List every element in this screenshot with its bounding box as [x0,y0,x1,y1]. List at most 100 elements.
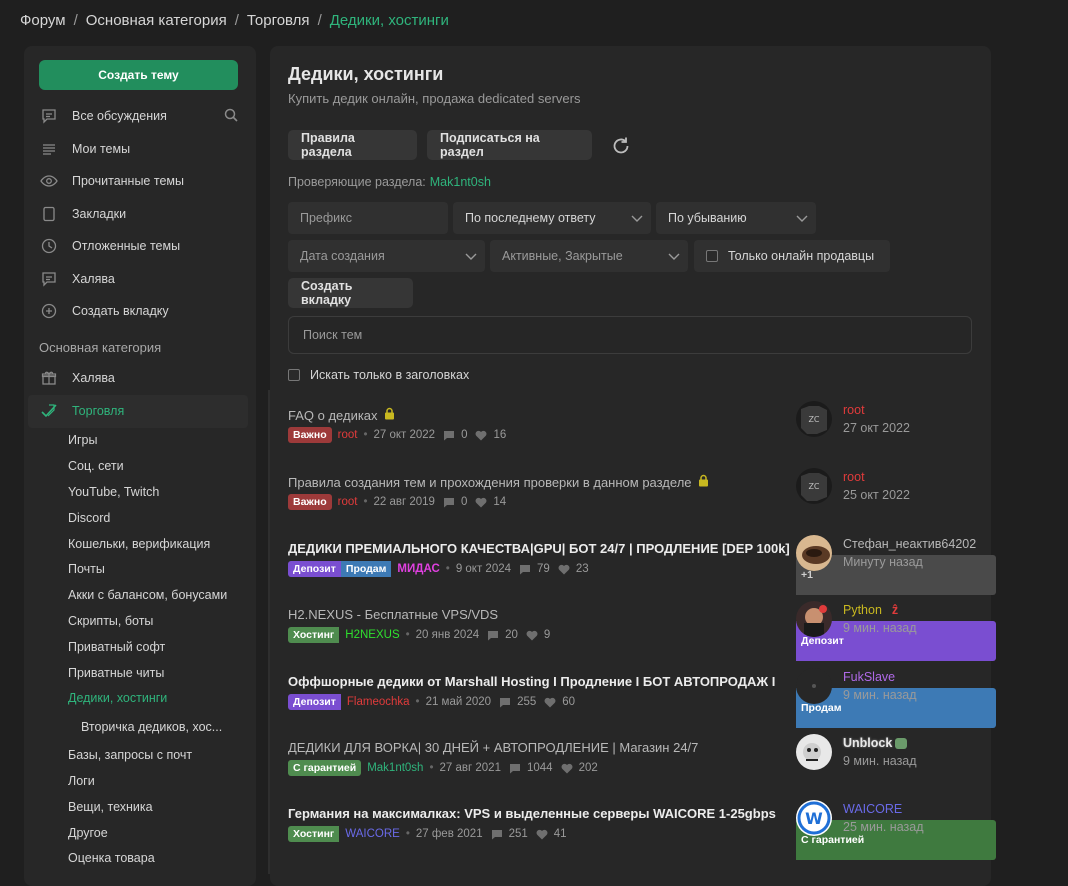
prefix-tag[interactable]: Депозит [288,561,341,577]
thread-title-text[interactable]: FAQ о дедиках [288,408,378,423]
avatar[interactable]: ZC [796,401,832,437]
thread-title[interactable]: ДЕДИКИ ДЛЯ ВОРКА| 30 ДНЕЙ + АВТОПРОДЛЕНИ… [288,740,698,755]
section-rules-button[interactable]: Правила раздела [288,130,417,160]
thread-row[interactable]: Оффшорные дедики от Marshall Hosting I П… [288,668,996,740]
thread-row[interactable]: FAQ о дедиках Важно root • 27 окт 2022 0… [288,401,978,473]
thread-row[interactable]: H2.NEXUS - Бесплатные VPS/VDS Хостинг Де… [288,601,996,673]
refresh-icon[interactable] [610,135,632,157]
thread-title[interactable]: ДЕДИКИ ПРЕМИАЛЬНОГО КАЧЕСТВА|GPU| БОТ 24… [288,541,790,556]
thread-author[interactable]: root [338,496,358,508]
last-reply-user[interactable]: root [843,403,865,417]
thread-title[interactable]: Правила создания тем и прохождения прове… [288,474,709,490]
sidebar-subitem[interactable]: Приватный софт [24,634,256,660]
prefix-tag[interactable]: Хостинг [288,826,340,842]
create-tab-button[interactable]: Создать вкладку [288,278,413,308]
last-reply[interactable]: ZC root 25 окт 2022 [796,468,996,508]
sidebar-subitem[interactable]: Вещи, техника [24,794,256,820]
sort-select[interactable]: По последнему ответу [453,202,651,234]
last-reply-user[interactable]: Python ẑ [843,603,898,617]
sidebar-subitem-active[interactable]: Дедики, хостинги [24,685,256,711]
sidebar-item-trading[interactable]: Торговля [28,394,248,428]
sidebar-item-create-tab[interactable]: Создать вкладку [24,295,256,328]
breadcrumb-forum[interactable]: Форум [20,12,66,29]
sidebar-item-bookmarks[interactable]: Закладки [24,198,256,231]
last-reply-user[interactable]: root [843,470,865,484]
thread-title-text[interactable]: H2.NEXUS - Бесплатные VPS/VDS [288,607,498,622]
search-icon[interactable] [224,108,238,125]
last-reply[interactable]: ZC root 27 окт 2022 [796,401,996,441]
sidebar-subitem[interactable]: Базы, запросы с почт [24,742,256,768]
moderator-link[interactable]: Mak1nt0sh [430,175,491,189]
avatar[interactable] [796,535,832,571]
prefix-filter[interactable]: Префикс [288,202,448,234]
thread-author[interactable]: Flameochka [347,696,410,708]
last-reply[interactable]: FukSlave 9 мин. назад [796,668,996,708]
last-reply[interactable]: Стефан_неактив64202 Минуту назад [796,535,996,575]
sidebar-item-postponed[interactable]: Отложенные темы [24,230,256,263]
sidebar-item-read-threads[interactable]: Прочитанные темы [24,165,256,198]
last-reply[interactable]: Unblock 9 мин. назад [796,734,996,774]
only-titles-option[interactable]: Искать только в заголовках [288,368,469,382]
last-reply[interactable]: W WAICORE 25 мин. назад [796,800,996,840]
thread-author[interactable]: WAICORE [345,828,400,840]
sidebar-subitem[interactable]: Акки с балансом, бонусами [24,582,256,608]
sidebar-subitem[interactable]: Discord [24,505,256,531]
avatar[interactable] [796,734,832,770]
sidebar-subitem[interactable]: Игры [24,428,256,454]
order-select[interactable]: По убыванию [656,202,816,234]
sidebar-subitem[interactable]: Другое [24,820,256,846]
last-reply-user[interactable]: WAICORE [843,802,902,816]
prefix-tag[interactable]: Депозит [288,694,341,710]
avatar[interactable]: ZC [796,468,832,504]
breadcrumb-trading[interactable]: Торговля [247,12,310,29]
last-reply[interactable]: Python ẑ 9 мин. назад [796,601,996,641]
state-select[interactable]: Активные, Закрытые [490,240,688,272]
sidebar-subitem[interactable]: Логи [24,768,256,794]
avatar[interactable] [796,668,832,704]
thread-title-text[interactable]: Оффшорные дедики от Marshall Hosting I П… [288,674,775,689]
thread-title[interactable]: Оффшорные дедики от Marshall Hosting I П… [288,674,775,689]
prefix-tag[interactable]: Хостинг [288,627,340,643]
sidebar-subitem[interactable]: Приватные читы [24,660,256,686]
prefix-tag[interactable]: Продам [340,561,392,577]
sidebar-subitem-nested[interactable]: Вторичка дедиков, хос... [24,711,256,742]
sidebar-subitem[interactable]: Соц. сети [24,453,256,479]
breadcrumb-main-category[interactable]: Основная категория [86,12,227,29]
create-thread-button[interactable]: Создать тему [39,60,238,90]
thread-row[interactable]: ДЕДИКИ ПРЕМИАЛЬНОГО КАЧЕСТВА|GPU| БОТ 24… [288,535,996,607]
sidebar-item-freebies-category[interactable]: Халява [24,362,256,395]
thread-author[interactable]: H2NEXUS [345,629,399,641]
date-created-select[interactable]: Дата создания [288,240,485,272]
prefix-tag[interactable]: Важно [288,494,332,510]
sidebar-subitem[interactable]: Кошельки, верификация [24,531,256,557]
thread-row[interactable]: ДЕДИКИ ДЛЯ ВОРКА| 30 ДНЕЙ + АВТОПРОДЛЕНИ… [288,734,978,806]
thread-row[interactable]: Германия на максималках: VPS и выделенны… [288,800,996,872]
last-reply-user[interactable]: Стефан_неактив64202 [843,537,976,551]
prefix-tag[interactable]: Важно [288,427,332,443]
sidebar-subitem[interactable]: YouTube, Twitch [24,479,256,505]
avatar[interactable] [796,601,832,637]
thread-author[interactable]: МИДАС [397,563,439,575]
last-reply-user[interactable]: FukSlave [843,670,895,684]
sidebar-subitem[interactable]: Почты [24,556,256,582]
thread-title[interactable]: FAQ о дедиках [288,407,395,423]
thread-title-text[interactable]: Германия на максималках: VPS и выделенны… [288,806,776,821]
prefix-tag[interactable]: С гарантией [288,760,362,776]
online-sellers-filter[interactable]: Только онлайн продавцы [694,240,890,272]
thread-search-input[interactable]: Поиск тем [288,316,972,354]
subscribe-button[interactable]: Подписаться на раздел [427,130,592,160]
last-reply-user[interactable]: Unblock [843,736,908,750]
thread-title-text[interactable]: ДЕДИКИ ПРЕМИАЛЬНОГО КАЧЕСТВА|GPU| БОТ 24… [288,541,790,556]
thread-title-text[interactable]: Правила создания тем и прохождения прове… [288,475,692,490]
sidebar-item-freebies[interactable]: Халява [24,263,256,296]
thread-author[interactable]: root [338,429,358,441]
thread-row[interactable]: Правила создания тем и прохождения прове… [288,468,978,540]
online-sellers-checkbox[interactable] [706,250,718,262]
sidebar-subitem[interactable]: Скрипты, боты [24,608,256,634]
avatar[interactable]: W [796,800,832,836]
only-titles-checkbox[interactable] [288,369,300,381]
sidebar-item-my-threads[interactable]: Мои темы [24,133,256,166]
thread-title-text[interactable]: ДЕДИКИ ДЛЯ ВОРКА| 30 ДНЕЙ + АВТОПРОДЛЕНИ… [288,740,698,755]
sidebar-subitem[interactable]: Оценка товара [24,845,256,871]
thread-title[interactable]: Германия на максималках: VPS и выделенны… [288,806,776,821]
